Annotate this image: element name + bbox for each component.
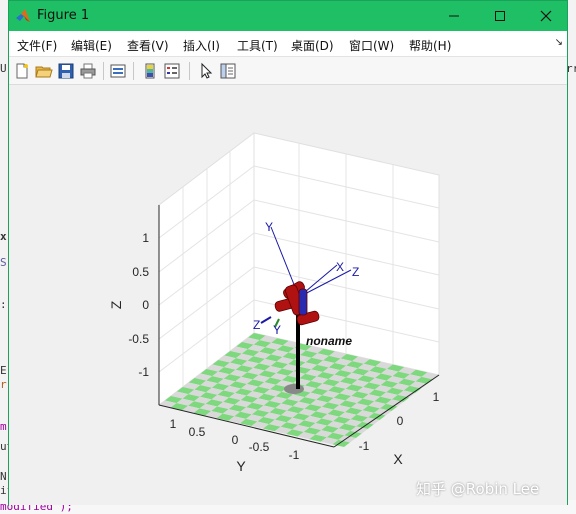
toolbar-separator: [133, 62, 134, 80]
z-axis-label: Z: [108, 300, 124, 309]
figure-canvas[interactable]: 1 0.5 0 -0.5 -1 1 0.5 0 -0.5 -1 1 0 -1 Z…: [9, 85, 567, 505]
menu-edit[interactable]: 编辑(E): [71, 37, 112, 54]
menu-tools[interactable]: 工具(T): [237, 37, 278, 54]
menu-window[interactable]: 窗口(W): [349, 37, 394, 54]
figure-toolbar: [9, 57, 567, 85]
title-bar[interactable]: Figure 1: [9, 1, 567, 31]
maximize-button[interactable]: [477, 1, 523, 31]
matlab-logo-icon: [16, 9, 30, 22]
background-text: r: [0, 378, 7, 391]
z-tick-label: -1: [138, 365, 149, 379]
minimize-icon: [449, 15, 459, 17]
frame-label-y: Y: [265, 220, 273, 234]
robot-joint-axis: [298, 288, 308, 316]
robot-base-shadow: [284, 384, 304, 394]
background-text: S: [0, 256, 7, 269]
z-tick-label: -0.5: [128, 332, 149, 346]
background-text: m: [0, 420, 7, 433]
minimize-button[interactable]: [431, 1, 477, 31]
toolbar-separator: [189, 62, 190, 80]
y-tick-label: 0.5: [189, 425, 206, 439]
y-tick-label: 1: [170, 417, 177, 431]
menu-file[interactable]: 文件(F): [17, 37, 57, 54]
z-tick-label: 0: [142, 298, 149, 312]
frame-label-x: X: [336, 260, 344, 274]
y-tick-label: -1: [289, 448, 300, 462]
menu-dock-arrow-icon[interactable]: ↘: [555, 37, 563, 48]
z-tick-label: 0.5: [132, 265, 149, 279]
menu-bar: 文件(F) 编辑(E) 查看(V) 插入(I) 工具(T) 桌面(D) 窗口(W…: [9, 31, 567, 57]
y-tick-label: 0: [232, 433, 239, 447]
menu-help[interactable]: 帮助(H): [409, 37, 451, 54]
x-axis-label: X: [393, 451, 403, 467]
open-file-icon[interactable]: [35, 62, 53, 80]
background-text: :: [0, 298, 7, 311]
close-icon: [540, 10, 552, 22]
frame-label-z: Z: [352, 265, 359, 279]
toolbar-separator: [103, 62, 104, 80]
menu-view[interactable]: 查看(V): [127, 37, 169, 54]
z-axis-ticks: 1 0.5 0 -0.5 -1: [128, 231, 149, 379]
base-frame-label-z: Z: [253, 318, 260, 332]
robot-3d-plot[interactable]: 1 0.5 0 -0.5 -1 1 0.5 0 -0.5 -1 1 0 -1 Z…: [9, 85, 567, 505]
background-text: E: [0, 364, 7, 377]
window-title: Figure 1: [37, 8, 90, 23]
insert-colorbar-icon[interactable]: [141, 62, 159, 80]
edit-plot-arrow-icon[interactable]: [197, 62, 215, 80]
background-text: U: [0, 62, 7, 75]
figure-window: Figure 1 文件(F) 编辑(E) 查看(V) 插入(I) 工具(T) 桌…: [8, 0, 568, 505]
menu-desktop[interactable]: 桌面(D): [291, 37, 334, 54]
background-text: x: [0, 230, 7, 243]
close-button[interactable]: [523, 1, 569, 31]
robot-name-label: noname: [306, 334, 352, 348]
property-inspector-icon[interactable]: [219, 62, 237, 80]
y-tick-label: -0.5: [249, 440, 270, 454]
menu-insert[interactable]: 插入(I): [183, 37, 220, 54]
print-icon[interactable]: [79, 62, 97, 80]
z-tick-label: 1: [142, 231, 149, 245]
link-plot-icon[interactable]: [109, 62, 127, 80]
new-figure-icon[interactable]: [13, 62, 31, 80]
x-tick-label: 0: [397, 414, 404, 428]
maximize-icon: [495, 11, 505, 21]
x-tick-label: 1: [433, 390, 440, 404]
background-text: N: [0, 470, 7, 483]
save-icon[interactable]: [57, 62, 75, 80]
y-axis-label: Y: [236, 458, 246, 474]
x-tick-label: -1: [359, 439, 370, 453]
watermark: 知乎 @Robin Lee: [416, 480, 540, 498]
base-frame-label-y: Y: [273, 323, 281, 337]
insert-legend-icon[interactable]: [163, 62, 181, 80]
